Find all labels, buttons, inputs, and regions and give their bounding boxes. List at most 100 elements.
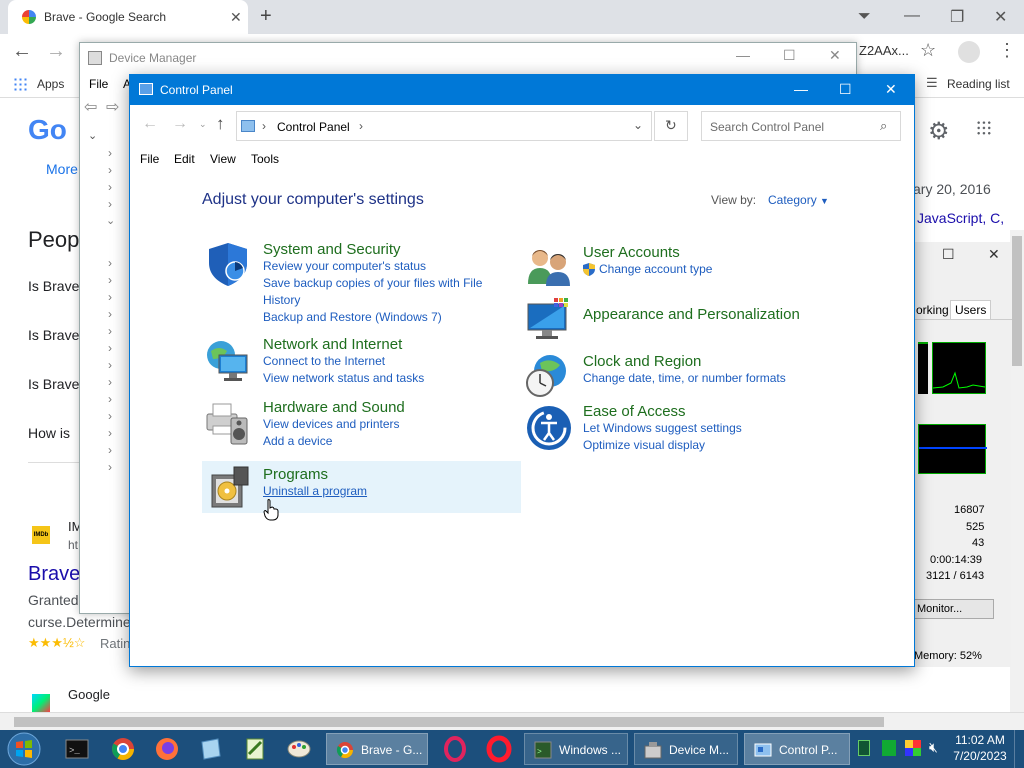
firefox-icon[interactable] [152,734,182,764]
category-title-appearance[interactable]: Appearance and Personalization [583,306,800,323]
user-accounts-icon[interactable] [526,246,572,286]
tree-expand-icon[interactable]: › [108,146,112,160]
terminal-icon[interactable]: >_ [62,734,92,764]
menu-view[interactable]: View [210,152,236,166]
ease-of-access-icon[interactable] [526,405,572,451]
category-title-network[interactable]: Network and Internet [263,336,424,353]
maximize-icon[interactable]: ☐ [839,81,852,98]
paint-icon[interactable] [284,734,314,764]
tree-expand-icon[interactable]: › [108,392,112,406]
start-button[interactable] [6,731,42,767]
back-arrow-icon[interactable]: ← [142,115,158,133]
search-input[interactable]: Search Control Panel ⌕ [701,111,901,141]
question-1[interactable]: Is Brave [28,278,79,294]
opera-icon[interactable] [484,734,514,764]
apps-label[interactable]: Apps [37,77,64,91]
tree-expand-icon[interactable]: › [108,460,112,474]
menu-file[interactable]: File [140,152,159,166]
reading-list-label[interactable]: Reading list [947,77,1010,91]
maximize-icon[interactable]: ☐ [942,246,955,263]
tree-expand-icon[interactable]: › [108,290,112,304]
link-devices-printers[interactable]: View devices and printers [263,416,405,433]
tree-expand-icon[interactable]: › [108,426,112,440]
address-dropdown-icon[interactable]: ⌄ [633,118,643,132]
language-link[interactable]: JavaScript, C, [917,210,1004,226]
address-fragment[interactable]: Z2AAx... [859,43,909,58]
tree-expand-icon[interactable]: › [108,375,112,389]
result-title-link[interactable]: Brave [28,563,80,586]
vertical-scrollbar[interactable] [1010,230,1024,714]
title-bar[interactable]: Control Panel — ☐ ✕ [130,75,914,105]
taskbar-clock[interactable]: 11:02 AM 7/20/2023 [950,732,1010,764]
tab-close-icon[interactable]: ✕ [230,9,242,26]
tree-expand-icon[interactable]: › [108,307,112,321]
tree-expand-icon[interactable]: › [108,256,112,270]
tray-performance-icon[interactable] [858,740,870,756]
forward-arrow-icon[interactable]: ⇨ [106,97,119,117]
shield-icon[interactable] [205,241,251,287]
breadcrumb-chevron-icon[interactable]: › [359,119,363,133]
close-icon[interactable]: ✕ [994,7,1007,27]
volume-muted-icon[interactable]: 🔇︎ [929,739,938,756]
link-optimize-display[interactable]: Optimize visual display [583,437,742,454]
minimize-icon[interactable]: — [904,7,920,25]
category-title-user-accounts[interactable]: User Accounts [583,244,712,261]
forward-arrow-icon[interactable]: → [46,40,66,63]
link-review-status[interactable]: Review your computer's status [263,258,482,275]
back-arrow-icon[interactable]: ← [12,40,32,63]
category-title-programs[interactable]: Programs [263,466,367,483]
recent-locations-icon[interactable]: ⌄ [199,119,207,130]
appearance-monitor-icon[interactable] [526,296,572,342]
question-2[interactable]: Is Brave [28,327,79,343]
address-bar[interactable]: › Control Panel › ⌄ [236,111,652,141]
tree-collapse-icon[interactable]: ⌄ [106,214,115,227]
up-arrow-icon[interactable]: ↑ [216,114,225,134]
restore-icon[interactable]: ❐ [950,7,964,27]
opera-gx-icon[interactable] [440,734,470,764]
question-4[interactable]: How is [28,425,70,441]
refresh-button[interactable]: ↻ [654,111,688,141]
minimize-icon[interactable]: — [794,81,808,97]
notepadpp-icon[interactable] [240,734,270,764]
notepad-icon[interactable] [196,734,226,764]
link-save-backup[interactable]: Save backup copies of your files with Fi… [263,275,482,292]
tree-expand-icon[interactable]: › [108,409,112,423]
link-backup-restore[interactable]: Backup and Restore (Windows 7) [263,309,482,326]
taskbar-button-device-manager[interactable]: Device M... [634,733,738,765]
close-icon[interactable]: ✕ [988,246,1000,263]
taskbar-button-control-panel[interactable]: Control P... [744,733,850,765]
tab-search-icon[interactable]: ⏷ [858,8,871,26]
printer-speaker-icon[interactable] [205,400,251,446]
category-title-system-security[interactable]: System and Security [263,241,482,258]
question-3[interactable]: Is Brave [28,376,79,392]
tree-expand-icon[interactable]: › [108,358,112,372]
reading-list-icon[interactable]: ☰ [926,75,938,91]
settings-gear-icon[interactable]: ⚙ [928,117,950,146]
menu-file[interactable]: File [89,77,108,91]
taskbar-button-brave[interactable]: Brave - G... [326,733,428,765]
breadcrumb[interactable]: Control Panel [277,120,350,134]
more-link[interactable]: More [46,161,78,177]
tree-expand-icon[interactable]: › [108,197,112,211]
breadcrumb-chevron-icon[interactable]: › [262,119,266,133]
tray-app-icon[interactable] [882,740,896,756]
tree-expand-icon[interactable]: › [108,180,112,194]
show-desktop-button[interactable] [1014,730,1024,768]
back-arrow-icon[interactable]: ⇦ [84,97,97,117]
close-icon[interactable]: ✕ [829,47,841,64]
link-windows-suggest[interactable]: Let Windows suggest settings [583,420,742,437]
search-icon[interactable]: ⌕ [880,118,887,134]
apps-grid-icon[interactable] [13,77,27,91]
browser-tab[interactable]: Brave - Google Search ✕ [8,0,248,34]
forward-arrow-icon[interactable]: → [172,115,188,133]
menu-edit[interactable]: Edit [174,152,195,166]
link-uninstall-program[interactable]: Uninstall a program [263,483,367,500]
tree-expand-icon[interactable]: › [108,273,112,287]
new-tab-button[interactable]: + [260,5,272,28]
scrollbar-thumb[interactable] [1012,236,1022,366]
clock-globe-icon[interactable] [524,353,570,399]
category-title-clock[interactable]: Clock and Region [583,353,786,370]
google-apps-grid-icon[interactable] [976,120,992,136]
link-save-backup-cont[interactable]: History [263,292,482,309]
tree-expand-icon[interactable]: › [108,163,112,177]
